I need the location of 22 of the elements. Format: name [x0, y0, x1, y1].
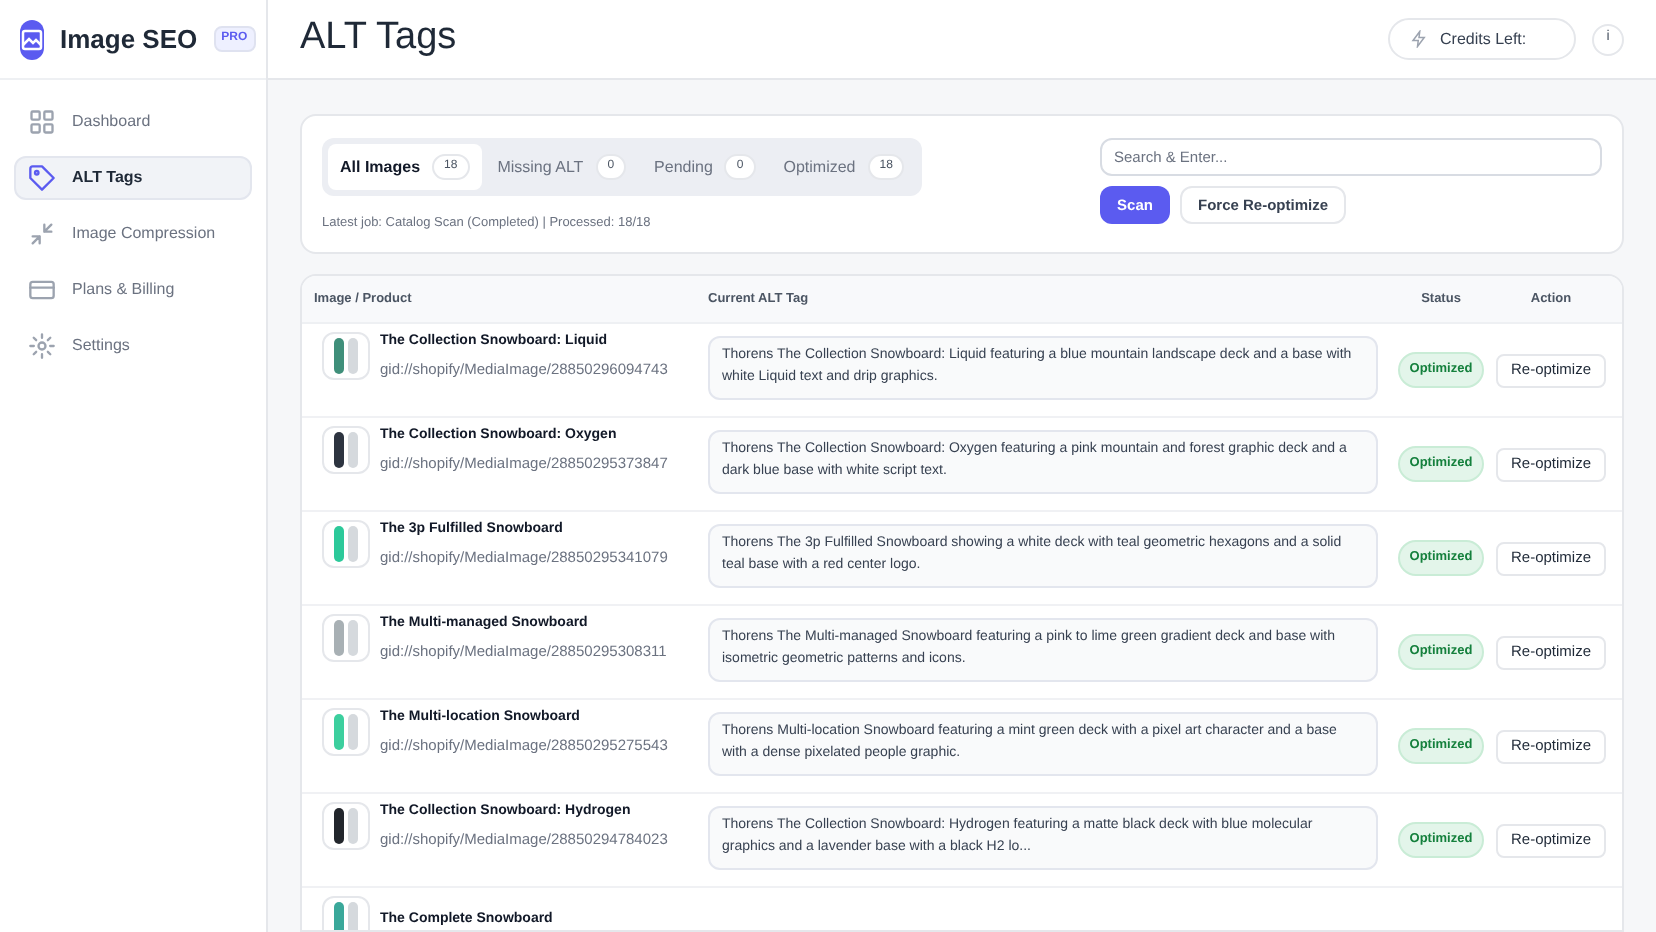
shrink-icon — [28, 220, 56, 248]
sidebar-item[interactable]: Image Compression — [14, 212, 252, 256]
snowboard-icon — [332, 430, 360, 470]
credits-pill: Credits Left: — [1388, 18, 1576, 60]
logo-icon — [20, 19, 44, 59]
app-name: Image SEO — [60, 21, 198, 58]
sidebar-item[interactable]: Dashboard — [14, 100, 252, 144]
settings-icon — [28, 332, 56, 360]
sidebar-item[interactable]: Plans & Billing — [14, 268, 252, 312]
sidebar-item[interactable]: Settings — [14, 324, 252, 368]
snowboard-icon — [332, 524, 360, 564]
snowboard-icon — [332, 806, 360, 846]
snowboard-icon — [332, 712, 360, 752]
page-title: ALT Tags — [300, 14, 457, 63]
snowboard-icon — [332, 900, 360, 930]
grid-icon — [28, 108, 56, 136]
snowboard-icon — [332, 336, 360, 376]
tag-icon — [28, 164, 56, 192]
card-icon — [28, 276, 56, 304]
lightning-icon — [1410, 30, 1428, 48]
sidebar-item[interactable]: ALT Tags — [14, 156, 252, 200]
snowboard-icon — [332, 618, 360, 658]
